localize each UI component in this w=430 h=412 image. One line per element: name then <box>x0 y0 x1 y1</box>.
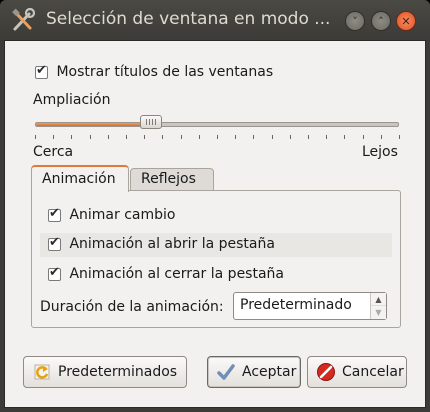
window-title: Selección de ventana en modo ... <box>46 9 331 29</box>
minimize-button[interactable]: ˅ <box>345 11 365 31</box>
duration-label: Duración de la animación: <box>40 299 224 315</box>
chevron-down-icon: ˅ <box>352 14 358 28</box>
slider-tick <box>380 135 382 139</box>
duration-value: Predeterminado <box>240 297 352 313</box>
slider-tick <box>162 135 164 139</box>
slider-tick <box>308 135 309 139</box>
zoom-min-label: Cerca <box>33 144 74 160</box>
slider-tick <box>217 135 218 139</box>
slider-tick <box>89 135 91 139</box>
spin-buttons: ▲ ▼ <box>370 293 386 319</box>
animate-change-checkbox[interactable] <box>48 206 61 222</box>
slider-tick <box>253 135 255 139</box>
tab-animation-label: Animación <box>42 171 116 187</box>
zoom-slider-fill <box>36 123 153 126</box>
slider-tick <box>180 135 182 139</box>
tab-animation[interactable]: Animación <box>31 165 129 192</box>
show-titles-label: Mostrar títulos de las ventanas <box>56 64 274 80</box>
zoom-label: Ampliación <box>33 92 111 108</box>
close-button[interactable]: ✕ <box>396 11 416 31</box>
slider-tick <box>71 135 73 139</box>
accept-button-label: Aceptar <box>242 364 297 380</box>
maximize-button[interactable]: ˄ <box>371 11 391 31</box>
zoom-slider-ticks <box>35 135 401 140</box>
checkmark-icon <box>217 364 235 380</box>
slider-tick <box>35 135 36 139</box>
zoom-slider-handle[interactable] <box>140 115 163 129</box>
animate-open-checkbox[interactable] <box>48 235 61 251</box>
zoom-slider-track[interactable] <box>35 122 399 127</box>
cancel-button-label: Cancelar <box>342 364 404 380</box>
close-icon: ✕ <box>401 14 411 28</box>
title-bar[interactable]: Selección de ventana en modo ... ˅ ˄ ✕ <box>0 0 430 40</box>
tab-reflections-label: Reflejos <box>141 171 196 187</box>
tab-reflections[interactable]: Reflejos <box>130 168 214 191</box>
animate-close-checkbox[interactable] <box>48 265 61 281</box>
slider-tick <box>126 135 127 139</box>
animate-open-label: Animación al abrir la pestaña <box>69 236 275 252</box>
animate-change-label: Animar cambio <box>69 207 176 223</box>
slider-tick <box>198 135 200 139</box>
animate-close-option[interactable]: Animación al cerrar la pestaña <box>48 265 284 282</box>
animate-close-label: Animación al cerrar la pestaña <box>69 266 284 282</box>
show-titles-option[interactable]: Mostrar títulos de las ventanas <box>35 63 274 80</box>
defaults-button-label: Predeterminados <box>58 364 178 380</box>
slider-tick <box>107 135 109 139</box>
show-titles-checkbox[interactable] <box>35 63 48 79</box>
slider-tick <box>235 135 237 139</box>
dialog-window: Selección de ventana en modo ... ˅ ˄ ✕ M… <box>0 0 430 412</box>
slider-tick <box>289 135 291 139</box>
slider-tick <box>362 135 364 139</box>
tools-icon <box>12 8 36 31</box>
zoom-max-label: Lejos <box>362 144 398 160</box>
spin-down-icon[interactable]: ▼ <box>371 306 386 319</box>
slider-tick <box>326 135 328 139</box>
cancel-icon <box>317 363 335 381</box>
chevron-up-icon: ˄ <box>378 14 384 28</box>
revert-icon <box>34 364 50 380</box>
slider-tick <box>144 135 146 139</box>
cancel-button[interactable]: Cancelar <box>307 356 407 388</box>
slider-tick <box>271 135 273 139</box>
spin-up-icon[interactable]: ▲ <box>371 293 386 306</box>
duration-spinbox[interactable]: Predeterminado ▲ ▼ <box>233 292 387 320</box>
dialog-content: Mostrar títulos de las ventanas Ampliaci… <box>4 40 426 408</box>
accept-button[interactable]: Aceptar <box>207 356 301 388</box>
slider-tick <box>344 135 346 139</box>
animate-change-option[interactable]: Animar cambio <box>48 206 176 223</box>
animate-open-option[interactable]: Animación al abrir la pestaña <box>48 235 275 252</box>
defaults-button[interactable]: Predeterminados <box>23 356 187 388</box>
slider-tick <box>399 135 400 139</box>
grip-icon <box>146 119 157 125</box>
slider-tick <box>53 135 55 139</box>
